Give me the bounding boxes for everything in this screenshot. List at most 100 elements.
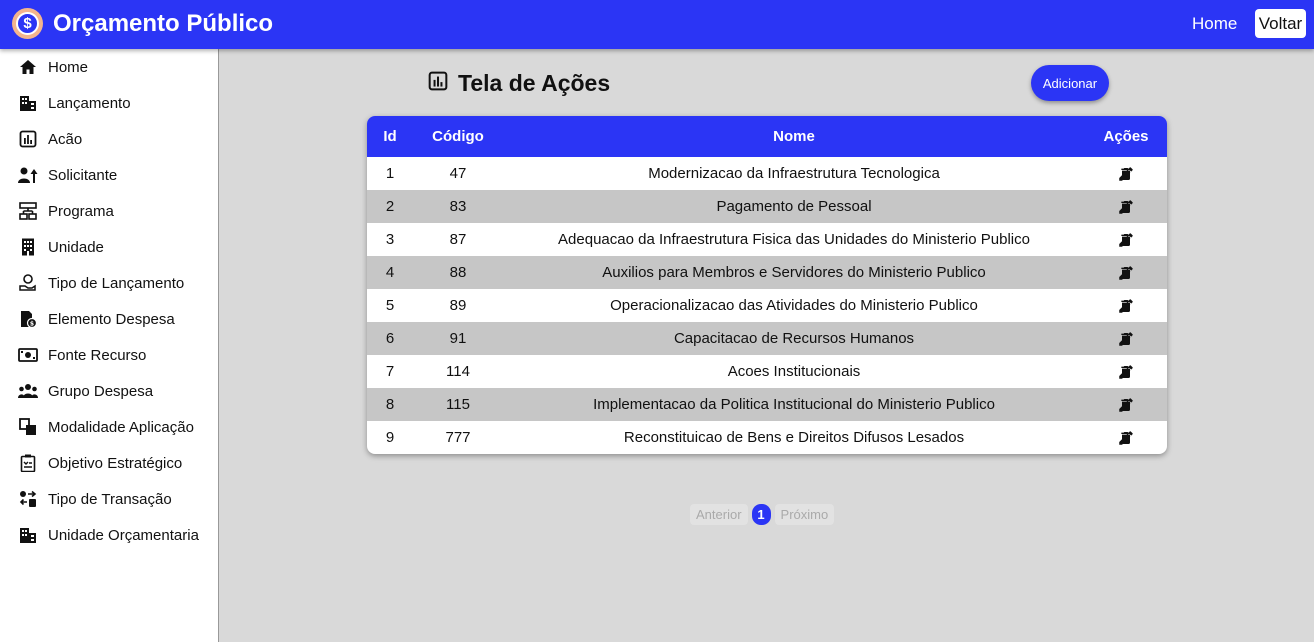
delete-icon[interactable] [1118, 223, 1134, 256]
cell-name: Modernizacao da Infraestrutura Tecnologi… [648, 165, 940, 182]
sidebar-item-label: Modalidade Aplicação [48, 418, 194, 436]
program-icon [18, 201, 38, 221]
sidebar-item-label: Tipo de Lançamento [48, 274, 185, 292]
column-header-id[interactable]: Id [367, 116, 413, 157]
home-icon [18, 57, 38, 77]
sidebar-item-label: Home [48, 58, 89, 76]
cell-code: 91 [449, 330, 467, 347]
modality-icon [18, 417, 38, 437]
cell-id: 2 [385, 198, 395, 215]
cell-actions [1085, 355, 1167, 388]
sidebar-item-programa[interactable]: Programa [18, 199, 114, 223]
delete-icon[interactable] [1118, 421, 1134, 454]
app-title: Orçamento Público [53, 10, 274, 37]
sidebar-item-objetivo-estrategico[interactable]: Objetivo Estratégico [18, 451, 182, 475]
cell-code: 89 [449, 297, 467, 314]
table-row: 1 47 Modernizacao da Infraestrutura Tecnol… [367, 157, 1167, 190]
table-row: 2 83 Pagamento de Pessoal [367, 190, 1167, 223]
cell-name: Pagamento de Pessoal [716, 198, 872, 215]
document-money-icon: $ [18, 309, 38, 329]
delete-icon[interactable] [1118, 157, 1134, 190]
sidebar-item-label: Elemento Despesa [48, 310, 175, 328]
back-button[interactable]: Voltar [1255, 9, 1306, 38]
cell-code: 83 [449, 198, 467, 215]
transaction-icon [18, 489, 38, 509]
sidebar: Home Lançamento Acão Solicitante Program… [0, 49, 219, 642]
delete-icon[interactable] [1118, 190, 1134, 223]
chart-icon [428, 71, 448, 96]
nav-home-link[interactable]: Home [1192, 14, 1237, 34]
cell-name: Operacionalizacao das Atividades do Mini… [610, 297, 978, 314]
table-row: 3 87 Adequacao da Infraestrutura Fisica da… [367, 223, 1167, 256]
cell-id: 7 [385, 363, 395, 380]
prev-page-button[interactable]: Anterior [690, 504, 748, 525]
sidebar-item-label: Fonte Recurso [48, 346, 147, 364]
sidebar-item-unidade-orcamentaria[interactable]: Unidade Orçamentaria [18, 523, 199, 547]
delete-icon[interactable] [1118, 388, 1134, 421]
delete-icon[interactable] [1118, 355, 1134, 388]
sidebar-item-solicitante[interactable]: Solicitante [18, 163, 117, 187]
cell-name: Implementacao da Politica Institucional … [593, 396, 995, 413]
sidebar-item-tipo-transacao[interactable]: Tipo de Transação [18, 487, 172, 511]
clipboard-icon [18, 453, 38, 473]
delete-icon[interactable] [1118, 256, 1134, 289]
office-building-icon [18, 237, 38, 257]
table-row: 8 115 Implementacao da Politica Institucio… [367, 388, 1167, 421]
column-header-name[interactable]: Nome [503, 116, 1085, 157]
column-header-code[interactable]: Código [413, 116, 503, 157]
person-arrow-icon [18, 165, 38, 185]
cell-actions [1085, 421, 1167, 454]
hand-coin-icon [18, 273, 38, 293]
cell-actions [1085, 388, 1167, 421]
chart-icon [18, 129, 38, 149]
sidebar-item-label: Unidade Orçamentaria [48, 526, 199, 544]
table-row: 9 777 Reconstituicao de Bens e Direitos Di… [367, 421, 1167, 454]
cell-id: 8 [385, 396, 395, 413]
cell-actions [1085, 256, 1167, 289]
pagination: Anterior 1 Próximo [690, 504, 835, 525]
cell-actions [1085, 289, 1167, 322]
building-icon [18, 525, 38, 545]
cell-id: 4 [385, 264, 395, 281]
cell-actions [1085, 322, 1167, 355]
sidebar-item-grupo-despesa[interactable]: Grupo Despesa [18, 379, 153, 403]
sidebar-item-label: Unidade [48, 238, 104, 256]
add-button[interactable]: Adicionar [1031, 65, 1109, 101]
sidebar-item-label: Tipo de Transação [48, 490, 172, 508]
cell-code: 777 [445, 429, 471, 446]
sidebar-item-label: Solicitante [48, 166, 118, 184]
delete-icon[interactable] [1118, 289, 1134, 322]
cell-actions [1085, 157, 1167, 190]
table-body: 1 4 7 Modernizacao da Infraestrutura Tecnol… [367, 157, 1167, 454]
table-row: 6 91 Capacitacao de Recursos Humanos [367, 322, 1167, 355]
page-header: Tela de Ações [428, 70, 610, 97]
sidebar-item-fonte-recurso[interactable]: Fonte Recurso [18, 343, 146, 367]
cell-id: 9 [385, 429, 395, 446]
sidebar-item-elemento-despesa[interactable]: $ Elemento Despesa [18, 307, 175, 331]
cell-id: 1 [385, 165, 395, 182]
cell-name: Reconstituicao de Bens e Direitos Difuso… [623, 429, 965, 446]
sidebar-item-lancamento[interactable]: Lançamento [18, 91, 131, 115]
cell-actions [1085, 223, 1167, 256]
sidebar-item-acao[interactable]: Acão [18, 127, 82, 151]
cell-actions [1085, 190, 1167, 223]
cell-name: Capacitacao de Recursos Humanos [673, 330, 915, 347]
delete-icon[interactable] [1118, 322, 1134, 355]
sidebar-item-modalidade-aplicacao[interactable]: Modalidade Aplicação [18, 415, 194, 439]
svg-text:$: $ [30, 321, 34, 328]
sidebar-item-label: Lançamento [48, 94, 131, 112]
cell-code: 114 [446, 363, 470, 380]
sidebar-item-home[interactable]: Home [18, 55, 88, 79]
group-icon [18, 381, 38, 401]
sidebar-item-tipo-lancamento[interactable]: Tipo de Lançamento [18, 271, 184, 295]
sidebar-item-label: Grupo Despesa [48, 382, 154, 400]
page-1-button[interactable]: 1 [751, 504, 771, 525]
column-header-actions: Ações [1103, 128, 1149, 145]
sidebar-item-unidade[interactable]: Unidade [18, 235, 104, 259]
cell-code: 88 [449, 264, 467, 281]
cell-code: 115 [446, 396, 470, 413]
cell-name: Adequacao da Infraestrutura Fisica das U… [558, 231, 1030, 248]
top-bar: $ Orçamento Público Home Voltar [0, 0, 1314, 49]
cell-name: Acoes Institucionais [727, 363, 861, 380]
next-page-button[interactable]: Próximo [774, 504, 835, 525]
